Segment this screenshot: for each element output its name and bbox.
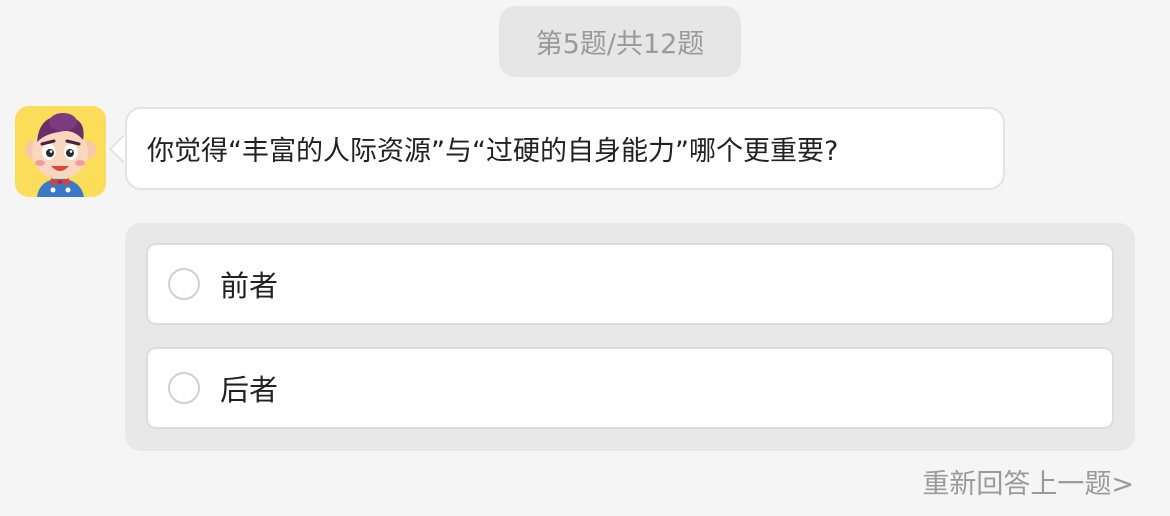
- option-label: 前者: [220, 269, 279, 303]
- cartoon-boy-avatar-icon: [15, 106, 106, 197]
- question-bubble: 你觉得“丰富的人际资源”与“过硬的自身能力”哪个更重要?: [125, 107, 1005, 190]
- avatar: [15, 106, 106, 197]
- progress-text: 第5题/共12题: [535, 29, 705, 60]
- question-text: 你觉得“丰富的人际资源”与“过硬的自身能力”哪个更重要?: [147, 136, 839, 167]
- radio-circle-icon[interactable]: [168, 268, 200, 300]
- options-panel: 前者 后者: [125, 223, 1135, 451]
- question-progress-badge: 第5题/共12题: [499, 6, 741, 77]
- option-latter[interactable]: 后者: [146, 347, 1114, 429]
- retry-previous-question-link[interactable]: 重新回答上一题>: [922, 462, 1134, 501]
- radio-circle-icon[interactable]: [168, 372, 200, 404]
- option-label: 后者: [220, 373, 279, 407]
- option-former[interactable]: 前者: [146, 243, 1114, 325]
